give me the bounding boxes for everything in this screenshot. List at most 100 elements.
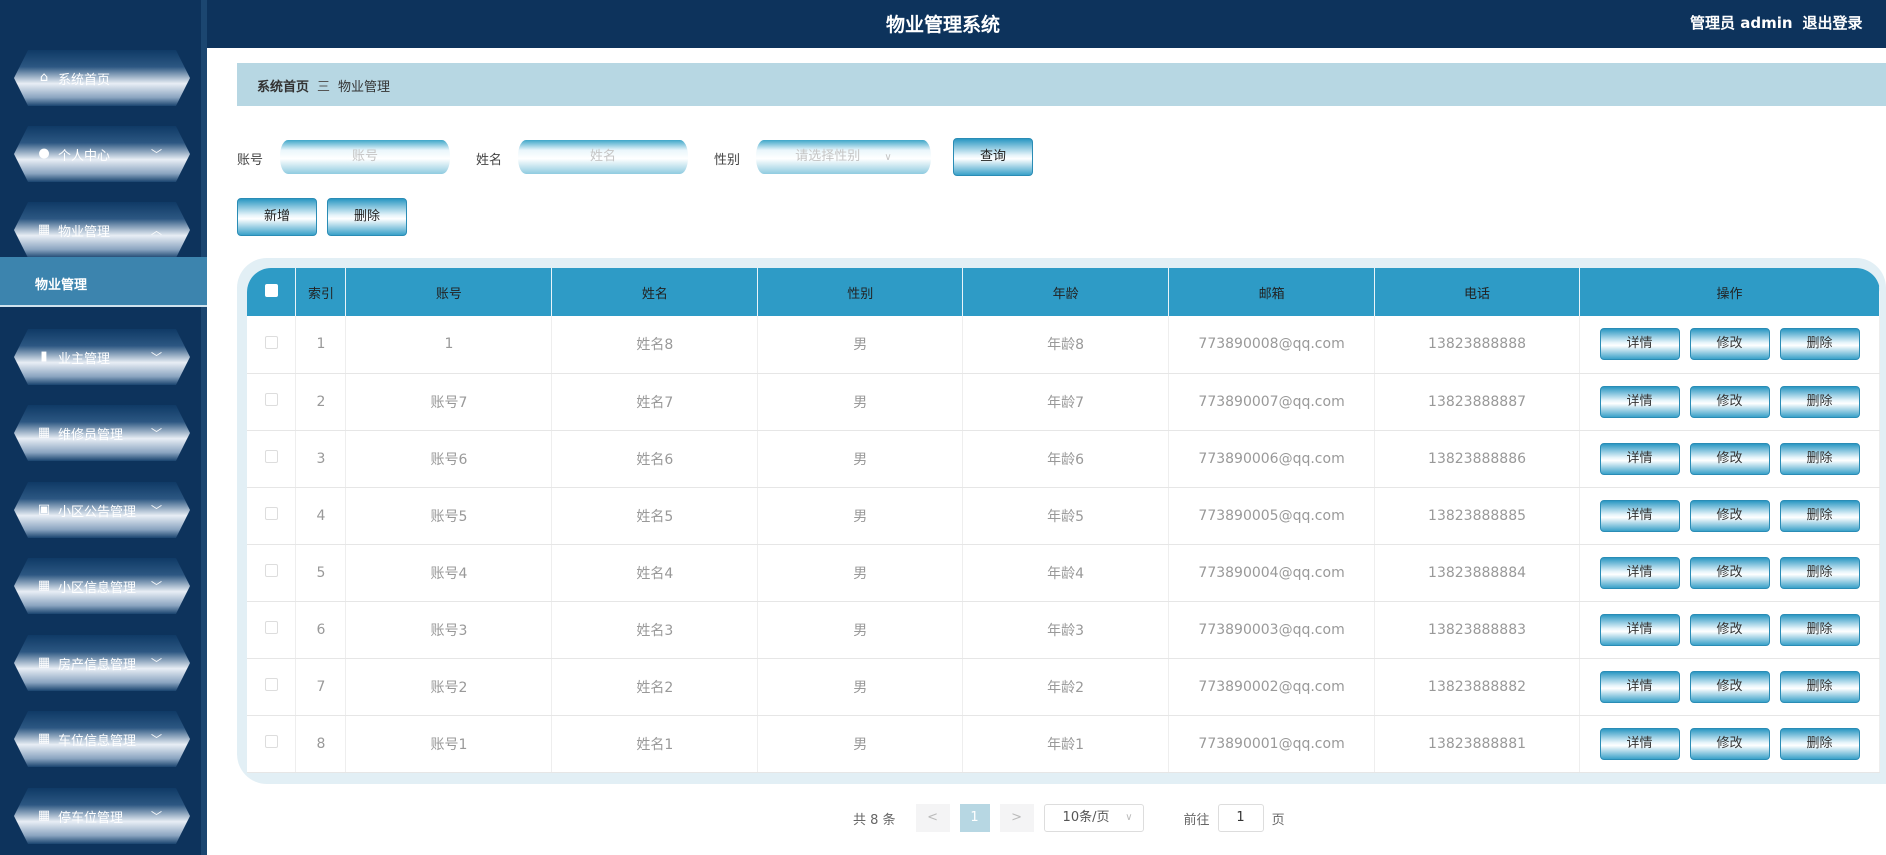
- row-checkbox[interactable]: [264, 393, 278, 406]
- row-delete-button[interactable]: 删除: [1779, 328, 1860, 361]
- sidebar-item-1[interactable]: ● 个人中心 ﹀: [14, 126, 190, 182]
- chevron-down-icon[interactable]: ﹀: [151, 502, 162, 518]
- edit-button[interactable]: 修改: [1689, 499, 1770, 532]
- sidebar-item-4[interactable]: ▦ 维修员管理 ﹀: [14, 405, 190, 461]
- detail-button[interactable]: 详情: [1599, 613, 1680, 646]
- table-cell: 773890007@qq.com: [1168, 373, 1376, 431]
- row-select-cell[interactable]: [247, 430, 297, 488]
- chevron-up-icon[interactable]: ︿: [151, 222, 162, 238]
- grid-icon: ▦: [37, 731, 51, 746]
- edit-button[interactable]: 修改: [1689, 670, 1770, 703]
- table-row: 7 账号2 姓名2 男年龄2 773890002@qq.com 13823888882 详情…: [247, 658, 1880, 716]
- sidebar-item-0[interactable]: ⌂ 系统首页: [14, 50, 190, 106]
- sidebar-item-3[interactable]: ▮ 业主管理 ﹀: [14, 329, 190, 385]
- detail-button[interactable]: 详情: [1599, 442, 1680, 475]
- sidebar-item-8[interactable]: ▦ 车位信息管理 ﹀: [14, 711, 190, 767]
- prev-page-button[interactable]: <: [915, 804, 950, 832]
- row-select-cell[interactable]: [247, 658, 297, 716]
- detail-button[interactable]: 详情: [1599, 670, 1680, 703]
- row-checkbox[interactable]: [264, 450, 278, 463]
- row-delete-button[interactable]: 删除: [1779, 385, 1860, 418]
- edit-button[interactable]: 修改: [1689, 442, 1770, 475]
- table-container: 索引 账号 姓名 性别 年龄 邮箱 电话 操作 1 1 姓名8 男年龄8 773890008@qq.c…: [237, 258, 1886, 784]
- row-select-cell[interactable]: [247, 373, 297, 431]
- chevron-down-icon[interactable]: ﹀: [151, 808, 162, 824]
- row-checkbox[interactable]: [264, 621, 278, 634]
- row-checkbox[interactable]: [264, 564, 278, 577]
- row-delete-button[interactable]: 删除: [1779, 556, 1860, 589]
- chevron-down-icon[interactable]: ﹀: [151, 655, 162, 671]
- table-cell: 账号6: [345, 430, 553, 488]
- table-cell: 年龄6: [962, 430, 1170, 488]
- delete-button[interactable]: 删除: [327, 198, 407, 236]
- grid-icon: ▦: [37, 578, 51, 593]
- row-delete-button[interactable]: 删除: [1779, 727, 1860, 760]
- edit-button[interactable]: 修改: [1689, 385, 1770, 418]
- detail-button[interactable]: 详情: [1599, 727, 1680, 760]
- add-button[interactable]: 新增: [237, 198, 317, 236]
- row-checkbox[interactable]: [264, 507, 278, 520]
- row-delete-button[interactable]: 删除: [1779, 499, 1860, 532]
- sidebar-item-5[interactable]: ▣ 小区公告管理 ﹀: [14, 482, 190, 538]
- row-select-cell[interactable]: [247, 715, 297, 773]
- row-checkbox[interactable]: [264, 735, 278, 748]
- chevron-down-icon[interactable]: ﹀: [151, 731, 162, 747]
- breadcrumb-home[interactable]: 系统首页: [257, 80, 309, 95]
- table-cell: 3: [295, 430, 347, 488]
- sidebar-item-6[interactable]: ▦ 小区信息管理 ﹀: [14, 558, 190, 614]
- row-checkbox[interactable]: [264, 678, 278, 691]
- detail-button[interactable]: 详情: [1599, 499, 1680, 532]
- page-1-button[interactable]: 1: [959, 804, 990, 832]
- table-cell: 男: [757, 487, 964, 545]
- account-input[interactable]: 账号: [280, 140, 450, 174]
- chevron-down-icon: ∨: [884, 152, 892, 163]
- detail-button[interactable]: 详情: [1599, 328, 1680, 361]
- table-cell: 男: [757, 658, 964, 716]
- chevron-down-icon[interactable]: ﹀: [151, 578, 162, 594]
- row-actions: 详情 修改 删除: [1579, 658, 1880, 716]
- sidebar-subitem-property-management[interactable]: 物业管理: [0, 257, 207, 307]
- row-delete-button[interactable]: 删除: [1779, 613, 1860, 646]
- gender-select[interactable]: 请选择性别 ∨: [756, 140, 931, 174]
- next-page-button[interactable]: >: [999, 804, 1034, 832]
- row-delete-button[interactable]: 删除: [1779, 670, 1860, 703]
- chevron-down-icon[interactable]: ﹀: [151, 349, 162, 365]
- edit-button[interactable]: 修改: [1689, 328, 1770, 361]
- table-cell: 男: [757, 430, 964, 488]
- detail-button[interactable]: 详情: [1599, 556, 1680, 589]
- query-button[interactable]: 查询: [953, 138, 1033, 176]
- user-area: 管理员 admin 退出登录: [1690, 12, 1886, 33]
- row-delete-button[interactable]: 删除: [1779, 442, 1860, 475]
- edit-button[interactable]: 修改: [1689, 613, 1770, 646]
- table-row: 3 账号6 姓名6 男年龄6 773890006@qq.com 13823888886 详情…: [247, 430, 1880, 488]
- table-cell: 年龄4: [962, 544, 1170, 602]
- logout-link[interactable]: 退出登录: [1803, 14, 1863, 32]
- table-cell: 8: [295, 715, 347, 773]
- row-select-cell[interactable]: [247, 601, 297, 659]
- table-cell: 773890003@qq.com: [1168, 601, 1376, 659]
- edit-button[interactable]: 修改: [1689, 727, 1770, 760]
- chevron-down-icon[interactable]: ﹀: [151, 425, 162, 441]
- select-all-header[interactable]: [247, 268, 297, 316]
- row-select-cell[interactable]: [247, 487, 297, 545]
- table-row: 2 账号7 姓名7 男年龄7 773890007@qq.com 13823888887 详情…: [247, 373, 1880, 431]
- table-cell: 2: [295, 373, 347, 431]
- select-all-checkbox[interactable]: [264, 283, 278, 297]
- row-checkbox[interactable]: [264, 335, 278, 349]
- column-header: 姓名: [551, 268, 759, 316]
- detail-button[interactable]: 详情: [1599, 385, 1680, 418]
- sidebar-item-7[interactable]: ▦ 房产信息管理 ﹀: [14, 635, 190, 691]
- sidebar-item-label: 车位信息管理: [58, 733, 137, 749]
- user-icon: ●: [38, 146, 50, 161]
- table-cell: 账号3: [345, 601, 553, 659]
- row-select-cell[interactable]: [247, 316, 297, 374]
- chevron-down-icon[interactable]: ﹀: [151, 146, 162, 162]
- sidebar-item-2[interactable]: ▦ 物业管理 ︿: [14, 202, 190, 258]
- goto-page-input[interactable]: 1: [1217, 804, 1264, 832]
- sidebar-item-label: 停车位管理: [58, 810, 124, 826]
- row-select-cell[interactable]: [247, 544, 297, 602]
- sidebar-item-9[interactable]: ▦ 停车位管理 ﹀: [14, 788, 190, 844]
- page-size-select[interactable]: 10条/页 ∨: [1043, 804, 1144, 832]
- name-input[interactable]: 姓名: [518, 140, 688, 174]
- edit-button[interactable]: 修改: [1689, 556, 1770, 589]
